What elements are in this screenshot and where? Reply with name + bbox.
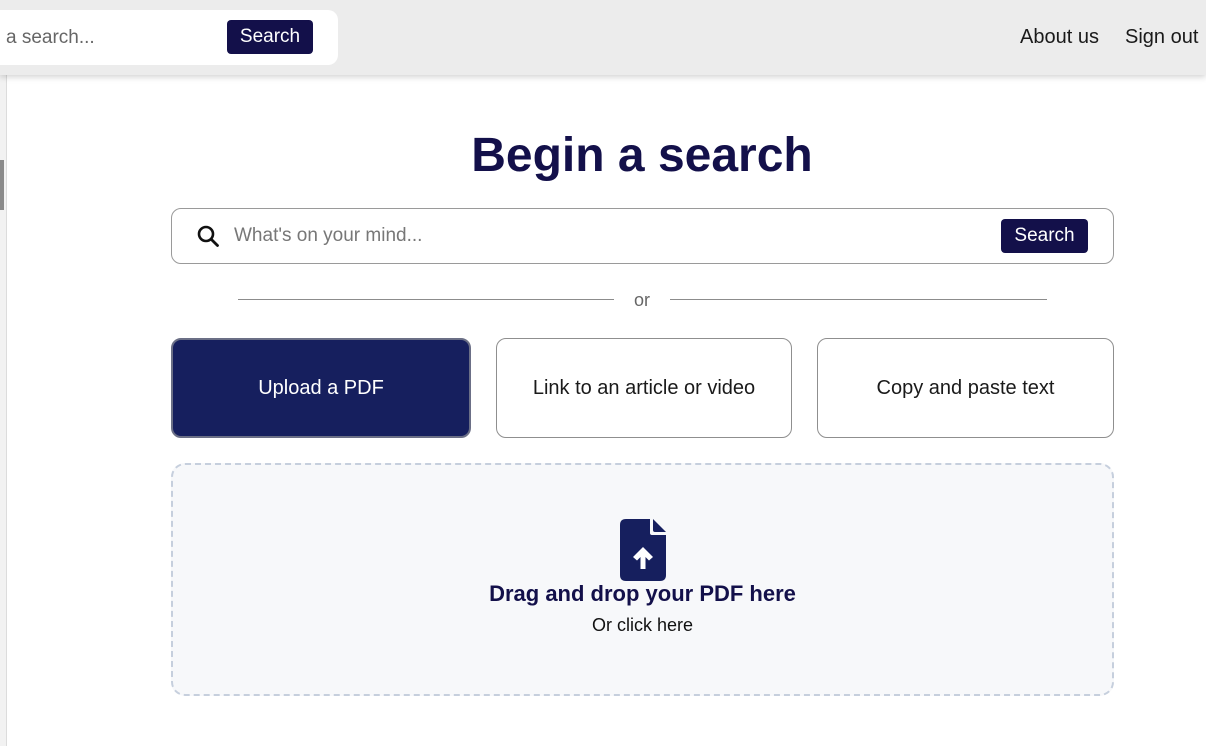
header-search: Search bbox=[0, 10, 338, 65]
header-search-input[interactable] bbox=[0, 24, 200, 52]
search-icon bbox=[196, 224, 220, 248]
dropzone-title: Drag and drop your PDF here bbox=[489, 581, 796, 606]
file-upload-icon bbox=[620, 519, 666, 581]
paste-text-option[interactable]: Copy and paste text bbox=[817, 338, 1114, 438]
main-search-button[interactable]: Search bbox=[1001, 219, 1088, 253]
link-article-option[interactable]: Link to an article or video bbox=[496, 338, 792, 438]
pdf-dropzone[interactable]: Drag and drop your PDF here Or click her… bbox=[171, 463, 1114, 696]
dropzone-subtitle[interactable]: Or click here bbox=[173, 615, 1112, 636]
sign-out-link[interactable]: Sign out bbox=[1125, 26, 1198, 49]
about-us-link[interactable]: About us bbox=[1020, 26, 1099, 49]
main-search-input[interactable] bbox=[234, 221, 974, 251]
page-title: Begin a search bbox=[471, 129, 813, 182]
sidebar-scroll-indicator[interactable] bbox=[0, 160, 4, 210]
divider-right bbox=[670, 299, 1047, 300]
main-search-bar: Search bbox=[171, 208, 1114, 264]
divider-left bbox=[238, 299, 614, 300]
upload-pdf-option[interactable]: Upload a PDF bbox=[171, 338, 471, 438]
header-search-button[interactable]: Search bbox=[227, 20, 313, 54]
top-bar: Search About us Sign out bbox=[0, 0, 1206, 75]
divider-or: or bbox=[633, 290, 650, 310]
